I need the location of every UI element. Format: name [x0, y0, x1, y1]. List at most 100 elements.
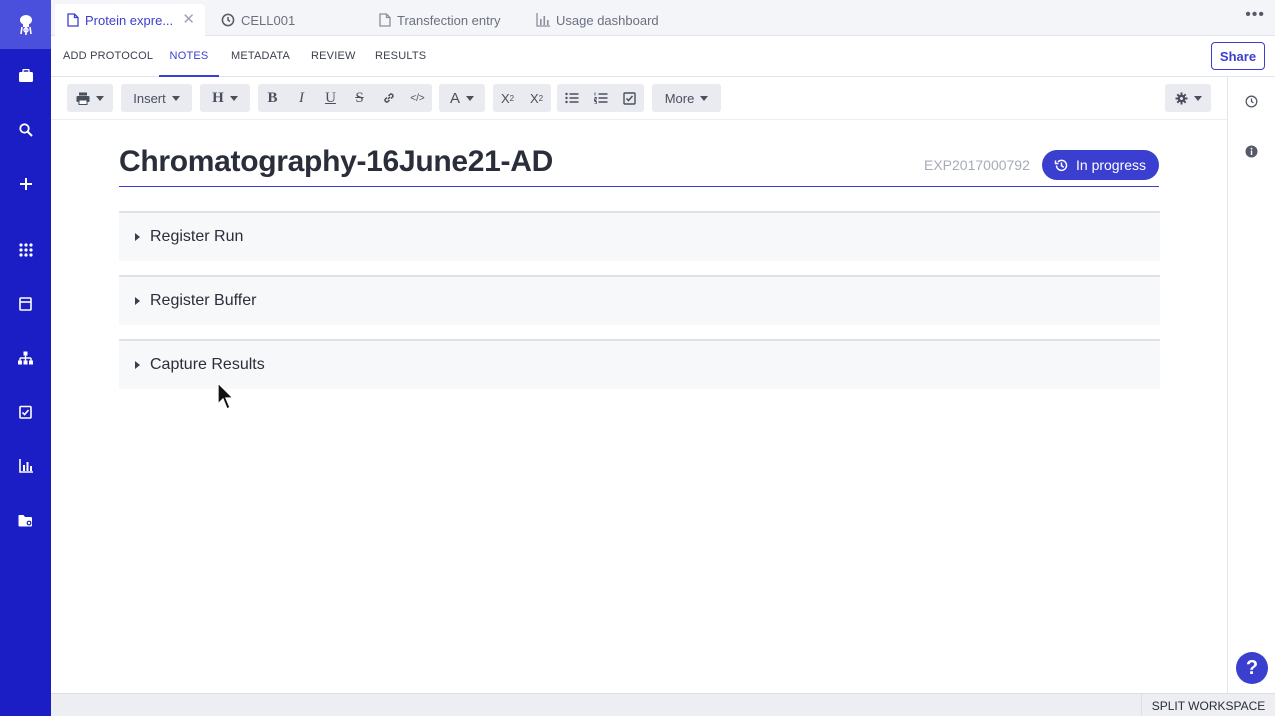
- chevron-down-icon: [171, 95, 180, 101]
- right-side-panel: [1227, 77, 1275, 693]
- title-underline: [119, 186, 1159, 187]
- more-label: More: [664, 90, 695, 106]
- underline-button[interactable]: U: [316, 84, 345, 112]
- insert-dropdown[interactable]: Insert: [121, 84, 192, 112]
- heading-dropdown[interactable]: H: [200, 84, 250, 112]
- superscript-button[interactable]: X2: [522, 84, 551, 112]
- tab-label: Transfection entry: [397, 12, 501, 28]
- numbered-list-button[interactable]: [586, 84, 615, 112]
- section-capture-results[interactable]: Capture Results: [119, 339, 1160, 389]
- font-color-dropdown[interactable]: A: [439, 84, 485, 112]
- left-nav-rail: [0, 0, 51, 716]
- strikethrough-button[interactable]: S: [345, 84, 374, 112]
- hierarchy-icon: [18, 351, 33, 365]
- tab-label: Usage dashboard: [556, 12, 659, 28]
- history-icon: [1054, 159, 1068, 171]
- tab-notes[interactable]: NOTES: [159, 36, 219, 77]
- chevron-down-icon: [700, 95, 709, 101]
- section-tabs: ADD PROTOCOL NOTES METADATA REVIEW RESUL…: [51, 36, 1275, 77]
- more-dropdown[interactable]: More: [652, 84, 721, 112]
- section-title: Capture Results: [150, 356, 265, 373]
- nav-files-item[interactable]: [0, 506, 51, 534]
- section-register-buffer[interactable]: Register Buffer: [119, 275, 1160, 325]
- checklist-icon: [19, 405, 32, 419]
- italic-button[interactable]: I: [287, 84, 316, 112]
- share-button[interactable]: Share: [1211, 42, 1265, 70]
- numbered-list-icon: [593, 92, 607, 104]
- nav-hierarchy-item[interactable]: [0, 344, 51, 372]
- nav-layout-item[interactable]: [0, 290, 51, 318]
- tab-transfection-entry[interactable]: Transfection entry: [379, 4, 529, 36]
- section-title: Register Buffer: [150, 292, 257, 309]
- tab-metadata[interactable]: METADATA: [231, 36, 290, 77]
- subscript-label: X: [500, 90, 510, 106]
- link-icon: [383, 93, 394, 103]
- tab-cell001[interactable]: CELL001: [221, 4, 371, 36]
- grid-icon: [18, 243, 33, 257]
- nav-create-item[interactable]: [0, 170, 51, 198]
- plus-icon: [19, 178, 32, 190]
- document-icon: [379, 13, 391, 27]
- tab-review[interactable]: REVIEW: [311, 36, 356, 77]
- print-button[interactable]: [67, 84, 113, 112]
- tab-results[interactable]: RESULTS: [375, 36, 426, 77]
- close-icon[interactable]: ✕: [182, 12, 195, 27]
- document-title[interactable]: Chromatography-16June21-AD: [119, 145, 553, 179]
- logo-icon: [19, 14, 32, 35]
- tab-add-protocol[interactable]: ADD PROTOCOL: [63, 36, 153, 77]
- caret-right-icon: [135, 233, 140, 241]
- status-label: In progress: [1076, 157, 1147, 173]
- subscript-mark: 2: [509, 93, 515, 103]
- insert-label: Insert: [133, 90, 166, 106]
- gear-icon: [1175, 92, 1187, 104]
- tab-label: Protein expre...: [85, 12, 174, 28]
- history-button[interactable]: [1245, 95, 1258, 113]
- briefcase-icon: [18, 69, 33, 82]
- nav-search-item[interactable]: [0, 116, 51, 144]
- subscript-button[interactable]: X2: [493, 84, 522, 112]
- bullet-list-button[interactable]: [557, 84, 586, 112]
- superscript-label: X: [529, 90, 539, 106]
- split-workspace-button[interactable]: SPLIT WORKSPACE: [1141, 694, 1275, 716]
- bold-button[interactable]: B: [258, 84, 287, 112]
- layout-icon: [19, 297, 32, 311]
- status-badge[interactable]: In progress: [1042, 150, 1159, 180]
- search-icon: [18, 123, 33, 137]
- code-button[interactable]: </>: [403, 84, 432, 112]
- checklist-button[interactable]: [615, 84, 644, 112]
- link-button[interactable]: [374, 84, 403, 112]
- chevron-down-icon: [1193, 95, 1202, 101]
- help-button[interactable]: ?: [1236, 652, 1268, 684]
- bullet-list-icon: [564, 92, 578, 104]
- chevron-down-icon: [229, 95, 238, 101]
- superscript-mark: 2: [538, 93, 544, 103]
- folder-icon: [18, 514, 32, 526]
- font-color-label: A: [449, 89, 460, 107]
- section-register-run[interactable]: Register Run: [119, 211, 1160, 261]
- bar-chart-icon: [18, 459, 33, 473]
- info-icon: [1245, 145, 1258, 158]
- tab-protein-expression[interactable]: Protein expre... ✕: [55, 4, 205, 36]
- tab-usage-dashboard[interactable]: Usage dashboard: [536, 4, 686, 36]
- info-button[interactable]: [1245, 145, 1258, 163]
- bar-chart-icon: [536, 13, 550, 27]
- clock-icon: [1245, 95, 1258, 108]
- more-options-icon[interactable]: •••: [1245, 6, 1265, 24]
- document-tab-bar: Protein expre... ✕ CELL001 Transfection …: [51, 0, 1275, 36]
- caret-right-icon: [135, 361, 140, 369]
- app-logo[interactable]: [0, 0, 51, 49]
- mouse-cursor-icon: [217, 382, 235, 410]
- tab-label: CELL001: [241, 12, 296, 28]
- section-title: Register Run: [150, 228, 244, 245]
- nav-briefcase-item[interactable]: [0, 62, 51, 90]
- editor-toolbar: Insert H B I U S </> A X2 X2 More: [51, 77, 1227, 120]
- clock-icon: [221, 13, 235, 27]
- nav-analytics-item[interactable]: [0, 452, 51, 480]
- nav-apps-item[interactable]: [0, 236, 51, 264]
- heading-label: H: [212, 89, 224, 106]
- chevron-down-icon: [466, 95, 474, 101]
- document-icon: [67, 13, 79, 27]
- checkbox-icon: [623, 91, 636, 105]
- nav-tasks-item[interactable]: [0, 398, 51, 426]
- settings-dropdown[interactable]: [1165, 84, 1211, 112]
